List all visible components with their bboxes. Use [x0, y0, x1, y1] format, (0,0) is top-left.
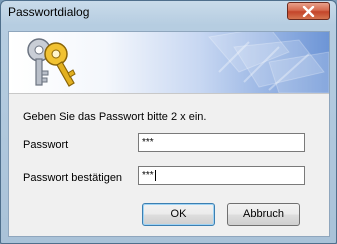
- close-button[interactable]: [287, 2, 330, 20]
- close-icon: [302, 6, 315, 17]
- banner-watermark-icon: [208, 32, 329, 93]
- keys-icon: [27, 38, 76, 87]
- window-title: Passwortdialog: [8, 5, 90, 19]
- confirm-password-label: Passwort bestätigen: [23, 172, 123, 184]
- ok-button[interactable]: OK: [142, 203, 215, 226]
- text-caret: [154, 170, 156, 181]
- password-field-value: ***: [142, 137, 154, 148]
- password-dialog-window: Passwortdialog Geben Sie das Passwort bi…: [0, 0, 337, 244]
- title-bar[interactable]: Passwortdialog: [1, 1, 336, 25]
- confirm-password-field-value: ***: [142, 170, 154, 181]
- instruction-text: Geben Sie das Passwort bitte 2 x ein.: [23, 111, 207, 123]
- password-label: Passwort: [23, 139, 69, 151]
- dialog-body: Geben Sie das Passwort bitte 2 x ein. Pa…: [8, 31, 330, 237]
- confirm-password-field[interactable]: ***: [138, 166, 305, 185]
- password-field[interactable]: ***: [138, 133, 305, 152]
- cancel-button[interactable]: Abbruch: [227, 203, 300, 226]
- header-banner: [9, 32, 329, 94]
